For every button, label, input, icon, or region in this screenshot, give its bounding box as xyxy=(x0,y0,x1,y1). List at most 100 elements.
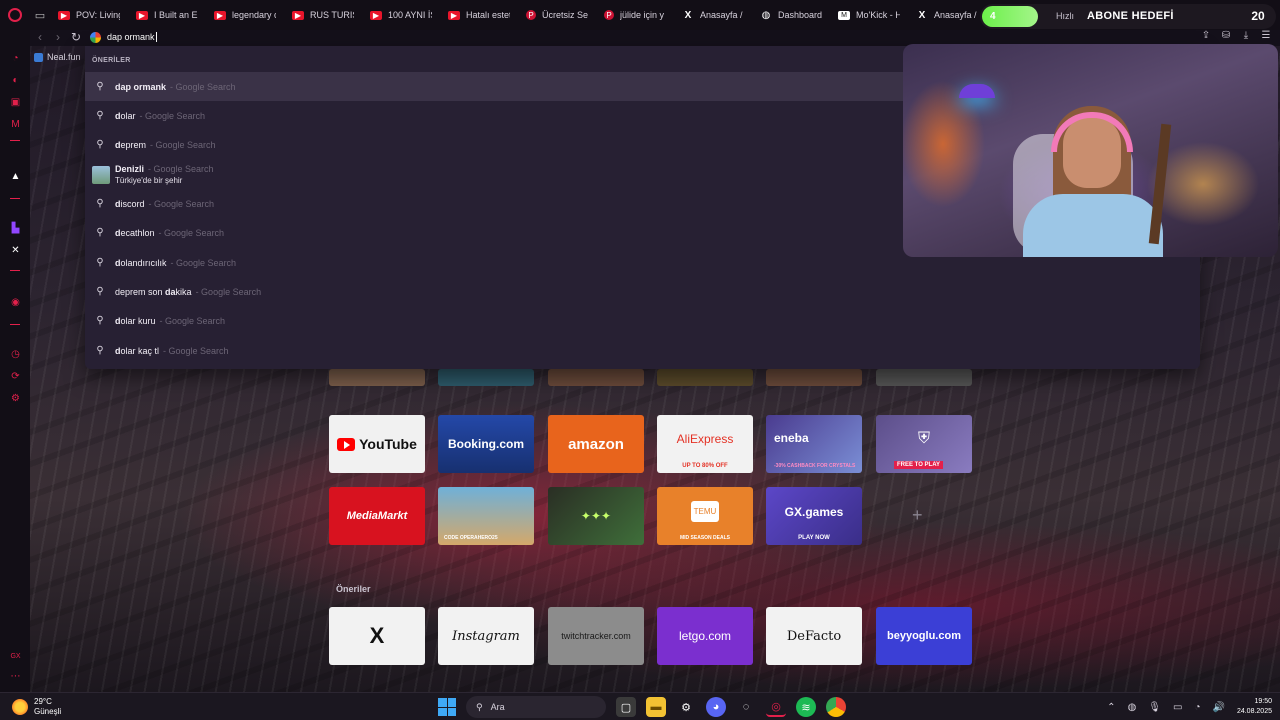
tab[interactable]: X Anasayfa / xyxy=(674,0,752,30)
tab[interactable]: ▶ 100 AYNI İŞ xyxy=(362,0,440,30)
gx-cleaner-icon[interactable]: ◐ xyxy=(9,74,22,87)
spotify-icon[interactable]: ≋ xyxy=(796,697,816,717)
suggestion-item[interactable]: ⚲ deprem son dakika - Google Search xyxy=(85,277,1200,306)
account-icon[interactable]: ⛁ xyxy=(1220,30,1232,42)
display-icon[interactable]: ▭ xyxy=(1173,702,1182,713)
network-icon[interactable]: ◍ xyxy=(1128,702,1137,713)
speed-dial-tile[interactable] xyxy=(876,369,972,386)
download-icon[interactable]: ⤓ xyxy=(1240,30,1252,42)
history-icon[interactable]: ◷ xyxy=(9,348,22,361)
taskbar-search[interactable]: ⚲ Ara xyxy=(466,696,606,718)
tab[interactable]: ▶ Hatalı estet xyxy=(440,0,518,30)
speed-dial-mediamarkt[interactable]: MediaMarkt xyxy=(329,487,425,545)
chevron-up-icon[interactable]: ⌃ xyxy=(1107,702,1115,713)
speed-dial-beyyoglu[interactable]: beyyoglu.com xyxy=(876,607,972,665)
add-speed-dial-plus-icon[interactable]: + xyxy=(912,505,923,526)
tile-sublabel: -30% CASHBACK FOR CRYSTALS xyxy=(774,463,856,469)
sidebar: ◔ ◐ ▣ M ▲ ▙ ✕ ◉ ◷ ⟳ ⚙ GX ⋯ xyxy=(0,30,30,692)
goal-title: ABONE HEDEFİ xyxy=(1087,10,1174,22)
subscriber-goal-overlay: 4 Hızlı ABONE HEDEFİ 20 xyxy=(980,4,1276,29)
speed-dial-defacto[interactable]: DeFacto xyxy=(766,607,862,665)
suggestion-source: - Google Search xyxy=(170,257,237,268)
discord-icon[interactable]: ◕ xyxy=(706,697,726,717)
tab[interactable]: ▶ legendary c xyxy=(206,0,284,30)
gx-control-icon[interactable]: ◔ xyxy=(9,52,22,65)
bookmark-neal-fun[interactable]: Neal.fun xyxy=(34,52,81,62)
arc-icon[interactable]: ▲ xyxy=(9,170,22,183)
opera-gx-taskbar-icon[interactable]: ◎ xyxy=(766,697,786,717)
extensions-icon[interactable]: ⟳ xyxy=(9,370,22,383)
speed-dial-gx-games[interactable]: GX.games PLAY NOW xyxy=(766,487,862,545)
tile-label: GX.games xyxy=(784,505,844,519)
speed-dial-tile[interactable] xyxy=(438,369,534,386)
search-icon: ⚲ xyxy=(96,139,104,150)
speed-dial-world-of-tanks[interactable]: ⛨ FREE TO PLAY xyxy=(876,415,972,473)
speed-dial-tile[interactable] xyxy=(766,369,862,386)
file-explorer-icon[interactable]: ▬ xyxy=(646,697,666,717)
speed-dial-instagram[interactable]: Instagram xyxy=(438,607,534,665)
reload-button[interactable]: ↻ xyxy=(66,28,86,46)
share-icon[interactable]: ⇪ xyxy=(1200,30,1212,42)
speed-dial-amazon[interactable]: amazon xyxy=(548,415,644,473)
tab[interactable]: X Anasayfa / xyxy=(908,0,986,30)
suggestion-rest: olar xyxy=(120,110,136,121)
more-icon[interactable]: ⋯ xyxy=(9,670,22,683)
menu-icon[interactable]: ☰ xyxy=(1260,30,1272,42)
settings-icon[interactable]: ⚙ xyxy=(9,392,22,405)
speed-dial-youtube[interactable]: YouTube xyxy=(329,415,425,473)
tab[interactable]: ▶ I Built an En xyxy=(128,0,206,30)
speed-dial-twitchtracker[interactable]: twitchtracker.com xyxy=(548,607,644,665)
tab[interactable]: P Ücretsiz Se xyxy=(518,0,596,30)
wifi-icon[interactable]: ◔ xyxy=(1194,702,1200,713)
twitch-icon[interactable]: ▙ xyxy=(9,222,22,235)
tab[interactable]: ▶ RUS TURIS xyxy=(284,0,362,30)
suggestion-text: dap ormank xyxy=(115,82,166,92)
speed-dial-booking[interactable]: Booking.com xyxy=(438,415,534,473)
speed-dial-hero-wars[interactable]: CODE OPERAHERO25 xyxy=(438,487,534,545)
speed-dial-temu[interactable]: TEMU MID SEASON DEALS xyxy=(657,487,753,545)
address-input[interactable]: dap ormank xyxy=(107,32,157,43)
suggestions-header: ÖNERİLER xyxy=(92,57,131,64)
weather-widget[interactable]: 29°C Güneşli xyxy=(12,697,61,717)
suggestion-source: - Google Search xyxy=(170,81,236,92)
speed-dial-tile[interactable] xyxy=(657,369,753,386)
tab-label: Mo'Kick - H xyxy=(856,10,900,20)
sun-icon xyxy=(12,699,28,715)
back-button[interactable]: ‹ xyxy=(30,28,50,46)
forward-button[interactable]: › xyxy=(48,28,68,46)
speed-dial-eneba[interactable]: eneba -30% CASHBACK FOR CRYSTALS xyxy=(766,415,862,473)
gx-corner-icon[interactable]: ▣ xyxy=(9,96,22,109)
tab-label: legendary c xyxy=(232,10,276,20)
messenger-icon[interactable]: M xyxy=(9,118,22,131)
gear-app-icon[interactable]: ⚙ xyxy=(676,697,696,717)
suggestion-text: dolar xyxy=(115,111,136,121)
suggestion-item[interactable]: ⚲ dolar kaç tl - Google Search xyxy=(85,336,1200,365)
opera-gx-logo-icon[interactable] xyxy=(0,0,30,30)
volume-icon[interactable]: 🔊 xyxy=(1213,702,1225,713)
task-view-icon[interactable]: ▢ xyxy=(616,697,636,717)
x-icon[interactable]: ✕ xyxy=(9,244,22,257)
speed-dial-x[interactable]: X xyxy=(329,607,425,665)
tab[interactable]: ▶ POV: Living xyxy=(50,0,128,30)
speed-dial-aliexpress[interactable]: AliExpress UP TO 80% OFF xyxy=(657,415,753,473)
clock[interactable]: 19:50 24.08.2025 xyxy=(1237,697,1272,717)
speed-dial-game[interactable]: ✦✦✦ xyxy=(548,487,644,545)
obs-icon[interactable]: ◌ xyxy=(736,697,756,717)
workspaces-icon[interactable]: ▭ xyxy=(30,0,50,30)
speed-dial-tile[interactable] xyxy=(329,369,425,386)
tab-label: Hatalı estet xyxy=(466,10,510,20)
address-bar[interactable]: dap ormank xyxy=(86,28,906,46)
suggestion-item[interactable]: ⚲ dolar kuru - Google Search xyxy=(85,306,1200,335)
tab[interactable]: Pjülide için y xyxy=(596,0,674,30)
tab[interactable]: M Mo'Kick - H xyxy=(830,0,908,30)
windows-start-icon[interactable] xyxy=(438,698,456,716)
chrome-icon[interactable] xyxy=(826,697,846,717)
speed-dial-tile[interactable] xyxy=(548,369,644,386)
mic-icon[interactable]: 🎙 xyxy=(1148,702,1161,713)
tab[interactable]: ◍ Dashboard xyxy=(752,0,830,30)
gx-icon[interactable]: GX xyxy=(9,650,22,663)
tile-sublabel: CODE OPERAHERO25 xyxy=(444,535,498,541)
youtube-icon: ▶ xyxy=(214,10,226,20)
player-icon[interactable]: ◉ xyxy=(9,296,22,309)
speed-dial-letgo[interactable]: letgo.com xyxy=(657,607,753,665)
